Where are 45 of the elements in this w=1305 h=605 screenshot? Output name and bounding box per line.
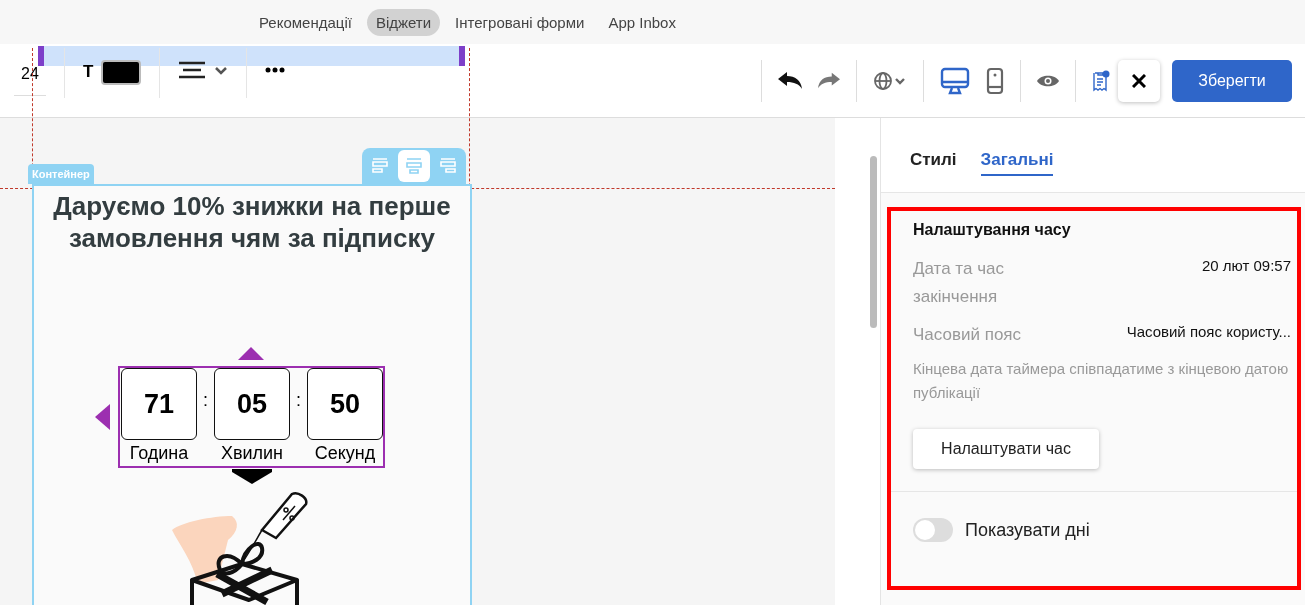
undo-icon[interactable] <box>778 71 802 90</box>
preview-eye-icon[interactable] <box>1037 73 1059 88</box>
timer-digits: 71 <box>121 368 197 440</box>
nav-tab[interactable]: Рекомендації <box>250 8 361 36</box>
panel-tab[interactable]: Загальні <box>980 150 1054 176</box>
redo-icon[interactable] <box>818 71 840 90</box>
align-icon <box>439 157 457 175</box>
timer-unit-label: Секунд <box>314 443 376 464</box>
close-button[interactable] <box>1118 59 1160 102</box>
section-title: Налаштування часу <box>913 221 1072 239</box>
align-icon <box>405 157 423 175</box>
notes-icon[interactable] <box>1092 69 1110 92</box>
heading: Даруємо 10% знижки на перше замовлення чям за підписку <box>52 190 452 254</box>
field-value[interactable]: Часовий пояс користу... <box>1126 321 1291 343</box>
align-icon[interactable] <box>178 60 229 80</box>
handle-left-icon[interactable] <box>94 402 110 432</box>
scrollbar-thumb[interactable] <box>870 156 877 328</box>
separator: : <box>296 389 301 411</box>
set-time-button[interactable]: Налаштувати час <box>913 429 1099 469</box>
nav-tab[interactable]: Віджети <box>366 8 441 36</box>
separator: : <box>203 389 208 411</box>
more-icon[interactable] <box>265 67 286 73</box>
font-size-field[interactable]: 24 <box>14 58 46 96</box>
globe-icon[interactable] <box>873 70 907 91</box>
align-icon <box>371 157 389 175</box>
hint-text: Кінцева дата таймера співпадатиме з кінцевою датою публікації <box>913 359 1290 403</box>
nav-tab[interactable]: App Inbox <box>599 8 685 36</box>
desktop-view-button[interactable] <box>940 66 970 95</box>
field-label: Дата та час закінчення <box>913 258 1005 308</box>
field-label: Часовий пояс <box>913 324 1023 346</box>
timer-digits: 05 <box>214 368 290 440</box>
save-button[interactable]: Зберегти <box>1172 59 1292 102</box>
container-label: Контейнер <box>28 164 94 184</box>
toggle-label: Показувати дні <box>965 519 1090 541</box>
toggle-switch[interactable] <box>913 518 953 542</box>
handle-up-icon[interactable] <box>236 346 266 360</box>
timer-digits: 50 <box>307 368 383 440</box>
close-icon <box>1132 73 1146 88</box>
field-value[interactable]: 20 лют 09:57 <box>1201 255 1291 277</box>
panel-tab[interactable]: Стилі <box>910 150 957 192</box>
nav-tab[interactable]: Інтегровані форми <box>446 8 594 36</box>
timer-unit-label: Хвилин <box>220 443 284 464</box>
handle-down-icon[interactable] <box>232 469 272 485</box>
timer-unit-label: Година <box>129 443 189 464</box>
mobile-view-button[interactable] <box>986 66 1004 95</box>
